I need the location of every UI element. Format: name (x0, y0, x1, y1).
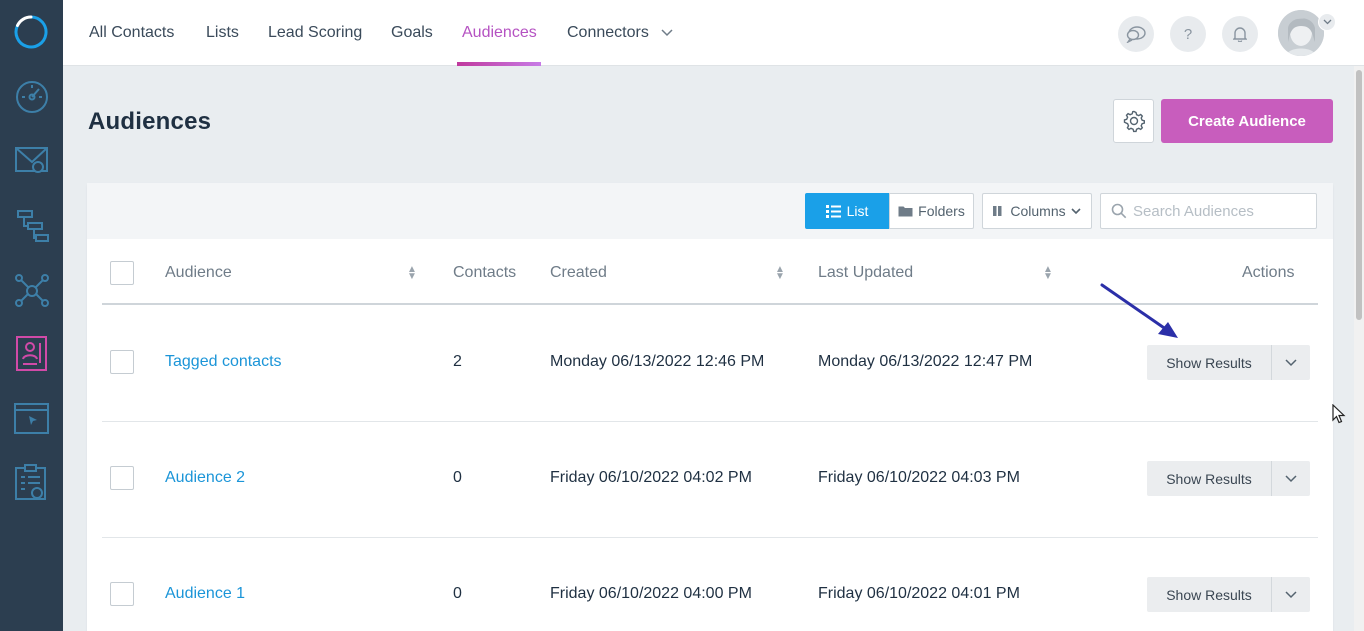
top-navigation: All Contacts Lists Lead Scoring Goals Au… (63, 0, 1364, 66)
row-checkbox[interactable] (110, 582, 134, 606)
tab-goals[interactable]: Goals (391, 0, 433, 66)
audience-name-link[interactable]: Audience 1 (165, 585, 245, 603)
created-date: Friday 06/10/2022 04:02 PM (550, 469, 752, 486)
left-sidebar (0, 0, 63, 631)
search-box[interactable] (1100, 193, 1317, 229)
chevron-down-icon (1285, 358, 1297, 366)
chevron-down-icon (1071, 207, 1081, 214)
email-icon[interactable] (12, 140, 52, 180)
created-date: Friday 06/10/2022 04:00 PM (550, 585, 752, 602)
updated-date: Monday 06/13/2022 12:47 PM (818, 353, 1033, 370)
sort-icon[interactable]: ▲ ▼ (775, 265, 785, 282)
chevron-down-icon (1285, 474, 1297, 482)
row-checkbox[interactable] (110, 350, 134, 374)
bell-icon (1233, 27, 1247, 42)
chat-icon (1126, 26, 1146, 43)
header-last-updated[interactable]: Last Updated (818, 264, 913, 282)
row-actions-dropdown[interactable] (1271, 461, 1310, 496)
row-actions-dropdown[interactable] (1271, 345, 1310, 380)
dashboard-icon[interactable] (12, 76, 52, 116)
scrollbar-thumb[interactable] (1356, 70, 1362, 320)
folders-view-button[interactable]: Folders (889, 193, 974, 229)
sort-icon[interactable]: ▲ ▼ (1043, 265, 1053, 282)
chevron-down-icon (661, 29, 673, 37)
tab-all-contacts[interactable]: All Contacts (89, 0, 174, 66)
contacts-count: 0 (453, 469, 462, 486)
updated-date: Friday 06/10/2022 04:01 PM (818, 585, 1020, 602)
header-contacts[interactable]: Contacts (453, 264, 516, 282)
tab-connectors-label: Connectors (567, 24, 649, 41)
audience-icon[interactable] (12, 333, 52, 373)
row-divider (102, 537, 1318, 538)
row-actions-dropdown[interactable] (1271, 577, 1310, 612)
audiences-card: List Folders Columns Audience ▲▼ Contact… (87, 183, 1333, 631)
tab-lists[interactable]: Lists (206, 0, 239, 66)
columns-dropdown[interactable]: Columns (982, 193, 1092, 229)
app-logo-icon[interactable] (13, 14, 49, 50)
row-checkbox[interactable] (110, 466, 134, 490)
question-mark-icon: ? (1183, 25, 1193, 43)
tab-lead-scoring[interactable]: Lead Scoring (268, 0, 362, 66)
created-date: Monday 06/13/2022 12:46 PM (550, 353, 765, 370)
landing-page-icon[interactable] (12, 398, 52, 438)
search-icon (1111, 203, 1127, 219)
tab-connectors[interactable]: Connectors (567, 0, 673, 66)
mouse-cursor-icon (1332, 404, 1346, 424)
chat-button[interactable] (1118, 16, 1154, 52)
chevron-down-icon (1285, 590, 1297, 598)
sort-icon[interactable]: ▲ ▼ (407, 265, 417, 282)
columns-label: Columns (1010, 203, 1066, 219)
page-title: Audiences (88, 108, 212, 135)
annotation-arrow-icon (1100, 283, 1178, 338)
page-scrollbar[interactable] (1354, 66, 1364, 631)
show-results-button[interactable]: Show Results (1147, 345, 1271, 380)
tab-audiences[interactable]: Audiences (462, 0, 537, 66)
active-tab-indicator (457, 62, 541, 66)
audience-name-link[interactable]: Tagged contacts (165, 353, 282, 371)
folders-view-label: Folders (918, 203, 965, 219)
forms-icon[interactable] (12, 462, 52, 502)
row-divider (102, 421, 1318, 422)
network-icon[interactable] (12, 270, 52, 310)
header-actions: Actions (1242, 264, 1295, 281)
select-all-checkbox[interactable] (110, 261, 134, 285)
list-view-label: List (846, 203, 869, 219)
updated-date: Friday 06/10/2022 04:03 PM (818, 469, 1020, 486)
list-icon (825, 204, 841, 218)
settings-button[interactable] (1113, 99, 1154, 143)
search-input[interactable] (1133, 202, 1313, 220)
list-view-button[interactable]: List (805, 193, 889, 229)
show-results-button[interactable]: Show Results (1147, 461, 1271, 496)
contacts-count: 2 (453, 353, 462, 370)
show-results-button[interactable]: Show Results (1147, 577, 1271, 612)
chevron-down-icon (1323, 19, 1331, 25)
audience-name-link[interactable]: Audience 2 (165, 469, 245, 487)
create-audience-button[interactable]: Create Audience (1161, 99, 1333, 143)
folder-icon (898, 206, 913, 217)
gear-icon (1123, 110, 1145, 133)
account-menu-toggle[interactable] (1318, 13, 1336, 31)
help-button[interactable]: ? (1170, 16, 1206, 52)
notifications-button[interactable] (1222, 16, 1258, 52)
header-audience[interactable]: Audience (165, 264, 232, 282)
user-avatar[interactable] (1278, 10, 1324, 56)
table-toolbar: List Folders Columns (87, 183, 1333, 239)
columns-icon (993, 206, 1002, 216)
header-created[interactable]: Created (550, 264, 607, 282)
contacts-count: 0 (453, 585, 462, 602)
automation-icon[interactable] (12, 206, 52, 246)
